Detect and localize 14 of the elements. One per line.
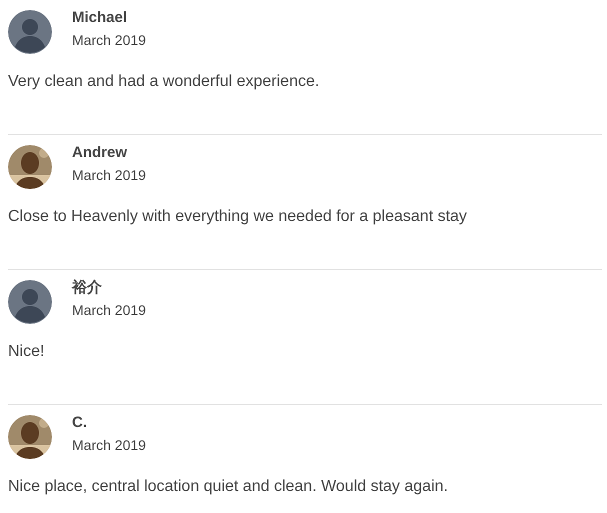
reviewer-name: Andrew	[72, 144, 128, 162]
review-text: Nice place, central location quiet and clean. Would stay again.	[8, 477, 449, 497]
review-text: Close to Heavenly with everything we needed for a pleasant stay	[8, 207, 468, 227]
reviewer-name: C.	[72, 414, 88, 432]
review-date: March 2019	[72, 436, 146, 455]
reviewer-name: Michael	[72, 9, 128, 27]
reviewer-name: 裕介	[72, 279, 103, 297]
avatar-icon	[8, 10, 52, 54]
review-date: March 2019	[72, 301, 146, 320]
review-date: March 2019	[72, 166, 146, 185]
avatar-icon	[8, 280, 52, 324]
review-date: March 2019	[72, 31, 146, 50]
review-text: Very clean and had a wonderful experience.	[8, 72, 320, 92]
review-text: Nice!	[8, 342, 46, 362]
